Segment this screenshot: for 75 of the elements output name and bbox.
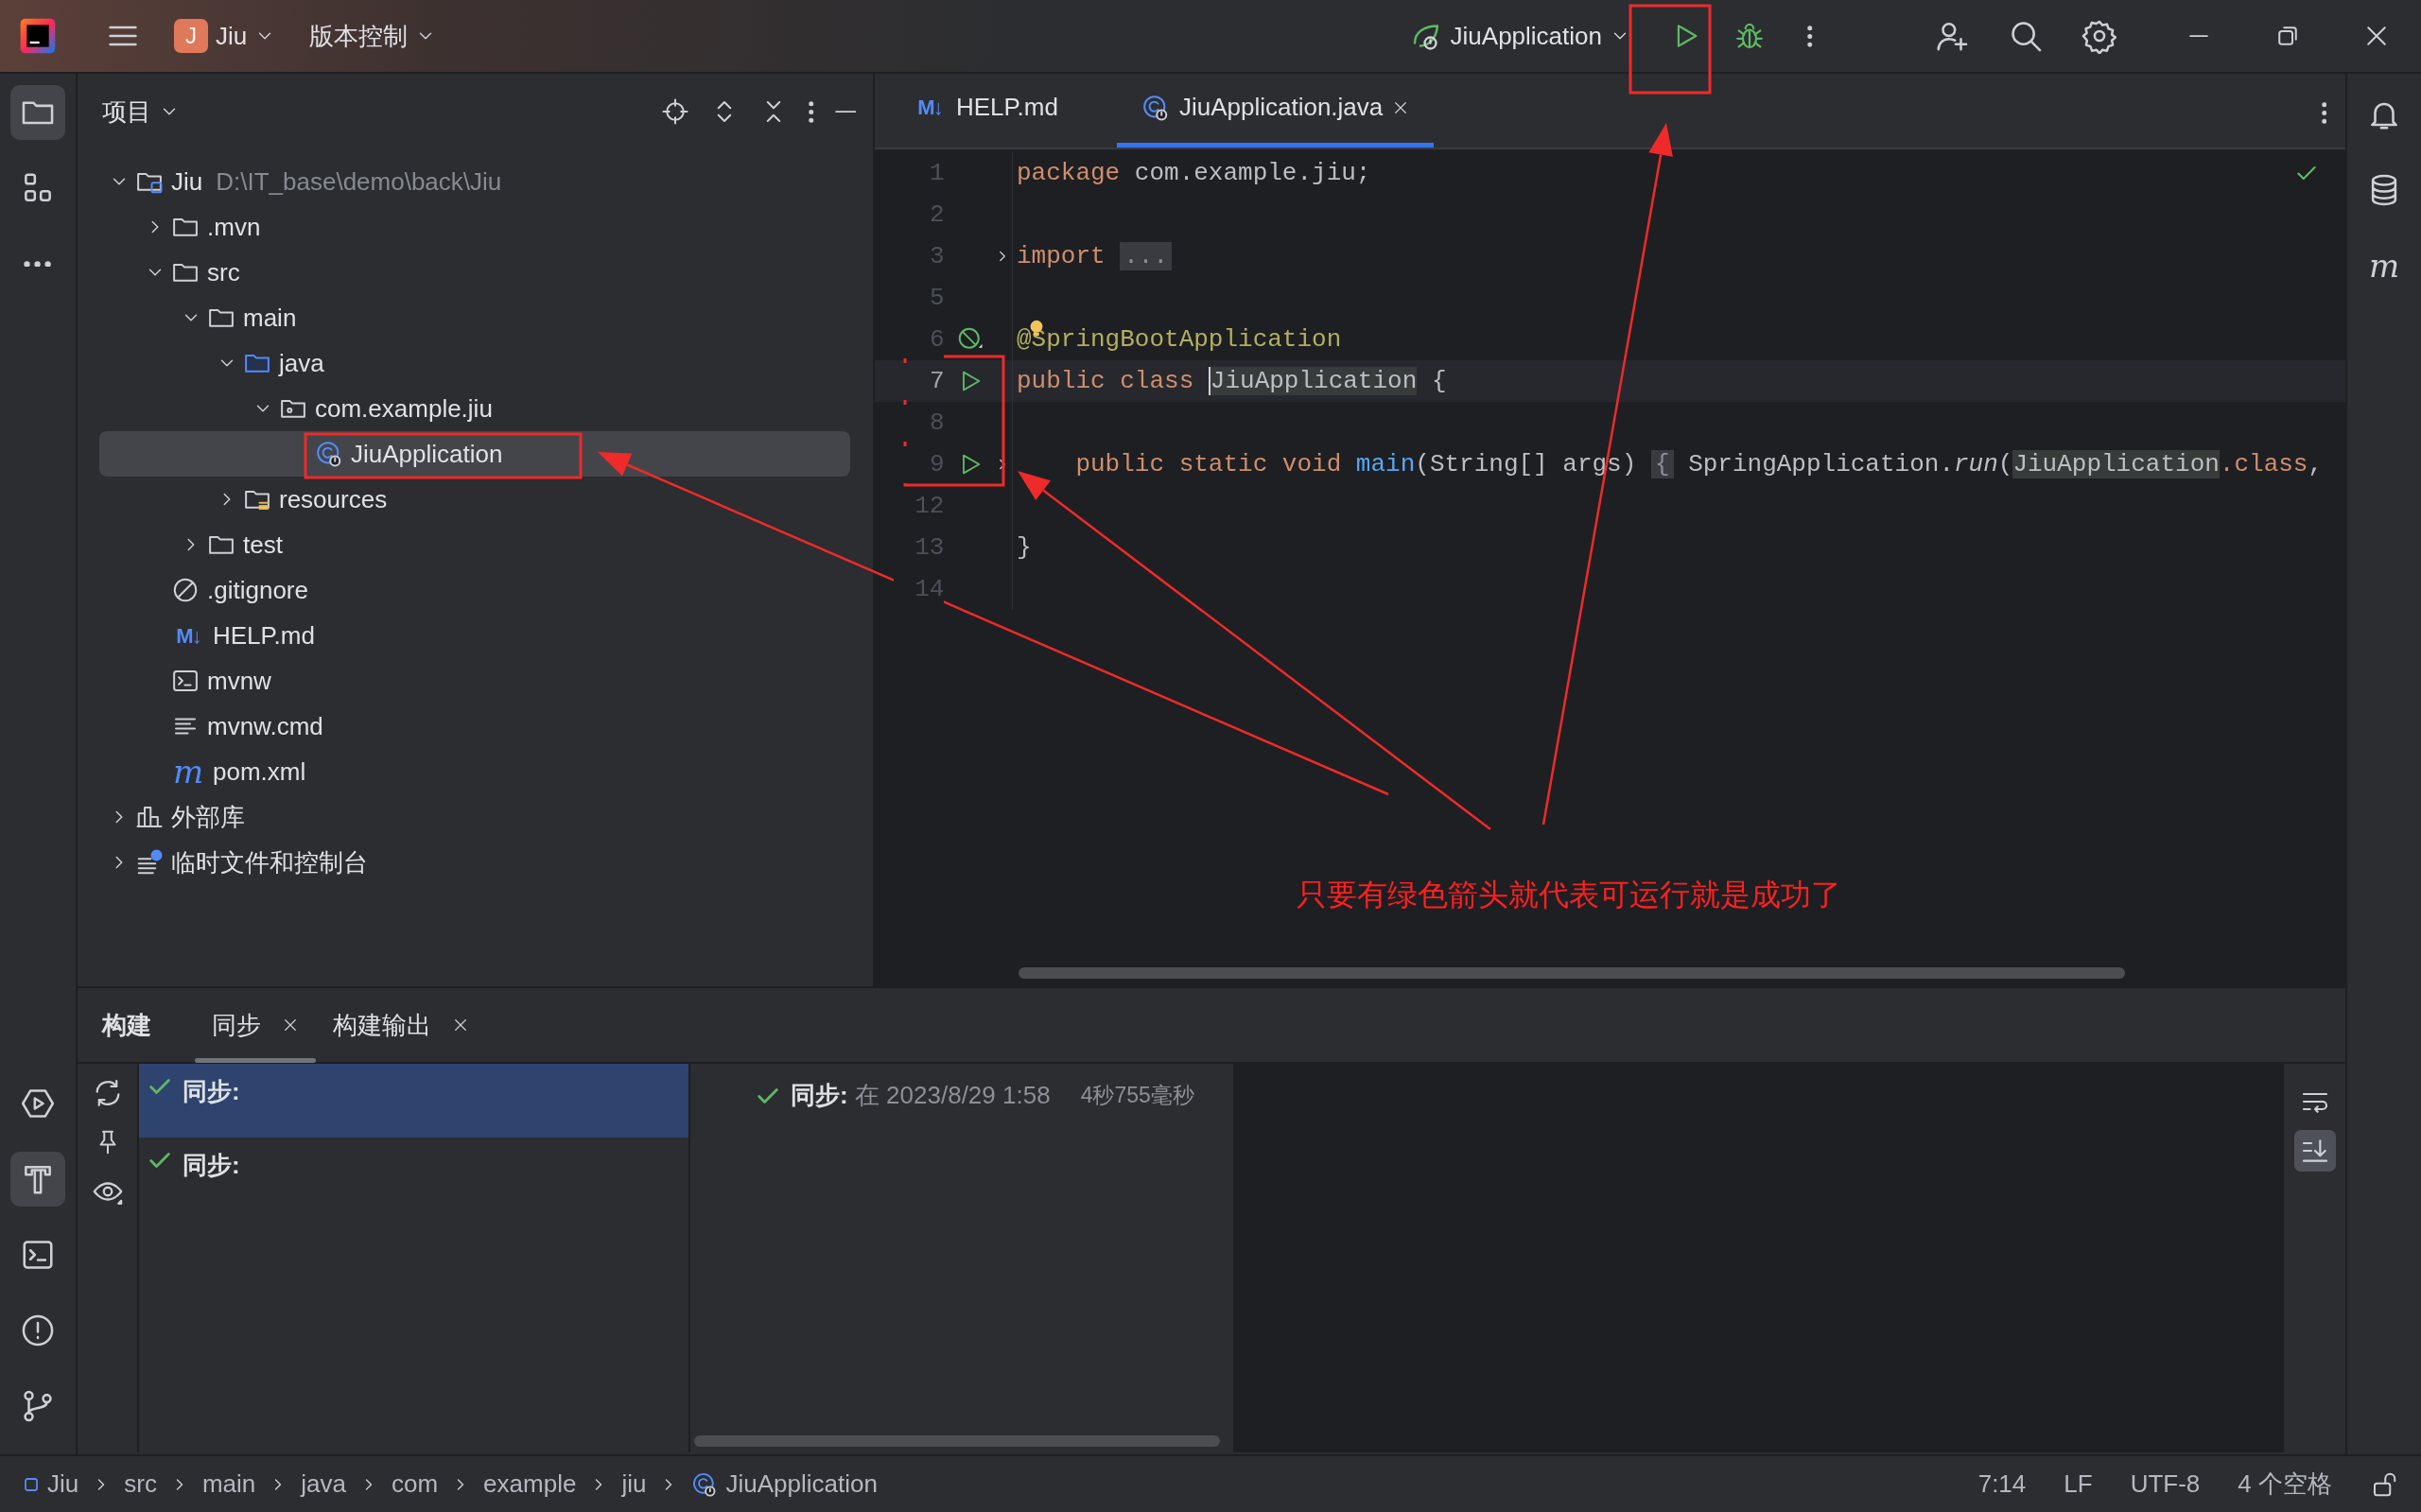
code-line: import ... [1013, 237, 1173, 275]
scrollbar-thumb[interactable] [1019, 967, 2125, 979]
tree-item[interactable]: m pom.xml [99, 749, 850, 794]
tree-item[interactable]: Jiu D:\IT_base\demo\back\Jiu [99, 159, 850, 204]
build-item[interactable]: 同步: [139, 1138, 688, 1211]
panel-title: 构建 [102, 1009, 151, 1041]
status-item[interactable]: 4 个空格 [2238, 1466, 2332, 1503]
project-tool-button[interactable] [10, 85, 65, 140]
minimize-icon[interactable] [834, 110, 856, 113]
tree-item[interactable]: java [99, 340, 850, 386]
breadcrumb[interactable]: JiuApplication [691, 1466, 878, 1503]
tree-item[interactable]: M↓ HELP.md [99, 613, 850, 658]
maven-icon: m [171, 756, 205, 788]
more-icon [1807, 25, 1813, 47]
tree-item[interactable]: src [99, 250, 850, 295]
code-line: } [1016, 531, 1032, 564]
settings-icon [2081, 18, 2117, 54]
project-switcher[interactable]: J Jiu [174, 17, 276, 55]
more-icon [24, 260, 52, 268]
editor-tab[interactable]: JiuApplication.java [1116, 72, 1435, 148]
editor-tab[interactable]: M↓ HELP.md [888, 72, 1083, 148]
more-icon[interactable] [809, 100, 814, 123]
panel-title-dropdown[interactable]: 项目 [102, 93, 180, 130]
duration-text: 4秒755毫秒 [1080, 1082, 1194, 1110]
vcs-menu[interactable]: 版本控制 [309, 17, 437, 55]
scroll-to-end-button[interactable] [2293, 1130, 2336, 1172]
tree-item[interactable]: mvnw.cmd [99, 704, 850, 749]
close-icon[interactable] [282, 1017, 299, 1034]
status-item[interactable]: UTF-8 [2130, 1466, 2201, 1503]
run-configuration[interactable]: JiuApplication [1408, 17, 1630, 55]
minimize-icon [2189, 34, 2208, 38]
scrollbar-thumb[interactable] [694, 1435, 1220, 1447]
tree-item[interactable]: com.example.jiu [99, 386, 850, 431]
project-path: D:\IT_base\demo\back\Jiu [216, 165, 502, 198]
panel-tab[interactable]: 同步 [195, 987, 316, 1063]
tree-item[interactable]: test [99, 522, 850, 567]
tree-item[interactable]: 临时文件和控制台 [99, 840, 850, 885]
markdown-icon: M↓ [913, 92, 947, 123]
locate-icon[interactable] [661, 97, 689, 126]
more-icon[interactable] [2321, 102, 2326, 124]
breadcrumb[interactable]: Jiu [23, 1466, 79, 1503]
warning-icon [20, 1312, 56, 1348]
status-item[interactable]: LF [2064, 1466, 2093, 1503]
tree-item[interactable]: .mvn [99, 204, 850, 250]
tree-item[interactable]: JiuApplication [99, 431, 850, 477]
code-line: package com.example.jiu; [1016, 157, 1371, 189]
class-icon [1141, 93, 1170, 122]
breadcrumb[interactable]: src [124, 1466, 157, 1503]
breadcrumb[interactable]: main [201, 1466, 256, 1503]
breadcrumb[interactable]: jiu [621, 1466, 647, 1503]
code-line: @SpringBootApplication [1013, 321, 1342, 358]
close-icon[interactable] [452, 1017, 469, 1034]
tree-item[interactable]: .gitignore [99, 567, 850, 613]
sync-status-text: 同步: 在 2023/8/29 1:58 [791, 1080, 1051, 1111]
project-badge: J [174, 19, 208, 53]
markdown-icon: M↓ [171, 619, 205, 652]
tree-item[interactable]: main [99, 295, 850, 340]
module-icon [23, 1475, 40, 1493]
app-logo [19, 17, 57, 55]
build-item[interactable]: 同步: [139, 1064, 688, 1138]
breadcrumb[interactable]: com [392, 1466, 439, 1503]
code-line: public class JiuApplication { [1016, 365, 1447, 397]
breadcrumb[interactable]: java [301, 1466, 346, 1503]
class-icon [315, 440, 343, 468]
build-tool-button[interactable] [10, 1152, 65, 1207]
maven-button[interactable]: m [2357, 238, 2412, 293]
tree-item[interactable]: mvnw [99, 658, 850, 704]
ignore-icon [171, 576, 200, 604]
breadcrumb[interactable]: example [483, 1466, 577, 1503]
annotation-text: 只要有绿色箭头就代表可运行就是成功了 [1297, 877, 1841, 913]
scratch-icon [135, 848, 164, 877]
status-item[interactable]: 7:14 [1977, 1466, 2027, 1503]
panel-tab[interactable]: 构建输出 [316, 987, 486, 1063]
tree-item[interactable]: 外部库 [99, 794, 850, 840]
tree-item[interactable]: resources [99, 477, 850, 522]
